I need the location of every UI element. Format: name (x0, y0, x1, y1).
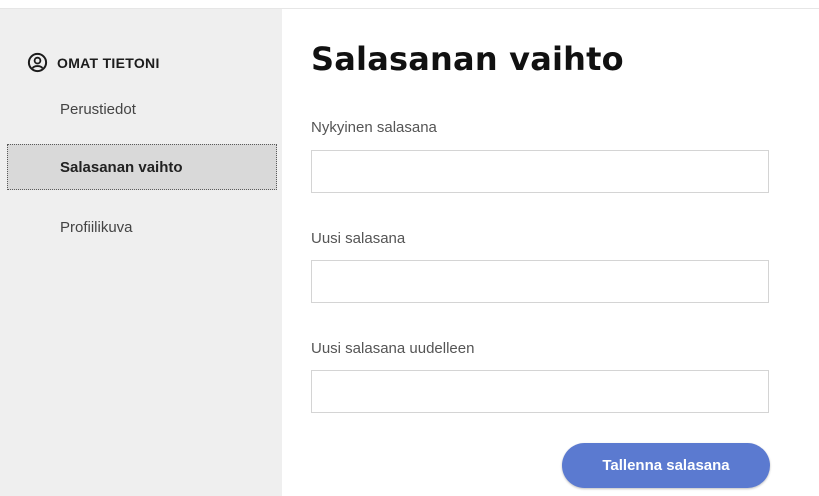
current-password-input[interactable] (311, 150, 769, 193)
current-password-label: Nykyinen salasana (311, 119, 437, 136)
sidebar (0, 9, 282, 496)
new-password-input[interactable] (311, 260, 769, 303)
page-title: Salasanan vaihto (311, 40, 624, 78)
save-password-button[interactable]: Tallenna salasana (562, 443, 770, 488)
confirm-password-input[interactable] (311, 370, 769, 413)
sidebar-item-profiilikuva[interactable]: Profiilikuva (60, 219, 133, 236)
user-circle-icon (27, 52, 48, 73)
sidebar-header-label: OMAT TIETONI (57, 54, 160, 71)
new-password-label: Uusi salasana (311, 230, 406, 247)
sidebar-header: OMAT TIETONI (27, 52, 160, 73)
sidebar-item-label: Salasanan vaihto (60, 158, 183, 176)
sidebar-item-salasanan-vaihto[interactable]: Salasanan vaihto (7, 144, 277, 190)
sidebar-item-perustiedot[interactable]: Perustiedot (60, 101, 136, 118)
confirm-password-label: Uusi salasana uudelleen (311, 340, 475, 357)
